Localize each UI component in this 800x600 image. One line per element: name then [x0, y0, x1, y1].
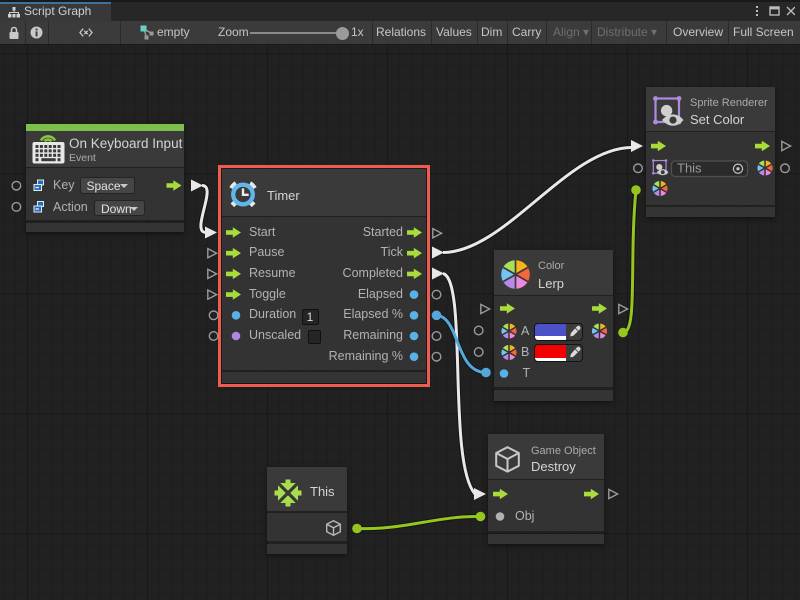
svg-text:This: This [677, 161, 702, 176]
